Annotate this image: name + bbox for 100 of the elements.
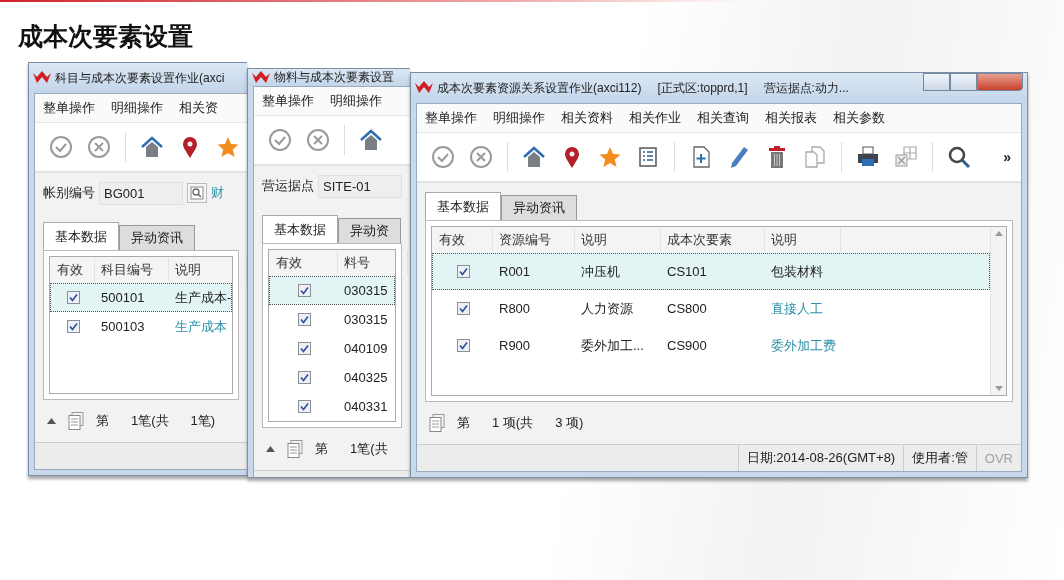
menu-item[interactable]: 整单操作 xyxy=(43,98,95,118)
window-title: 科目与成本次要素设置作业(axci xyxy=(55,69,225,87)
caret-icon[interactable] xyxy=(47,418,56,424)
home-icon[interactable] xyxy=(522,145,546,169)
table-row[interactable]: 500103 生产成本 xyxy=(50,312,232,341)
check-circle-icon[interactable] xyxy=(268,128,292,152)
environment-label: [正式区:topprd,1] xyxy=(657,79,748,97)
site-label: 营运据点:动力... xyxy=(763,79,849,97)
menu-item[interactable]: 整单操作 xyxy=(425,108,477,128)
table-cell-text: 直接人工 xyxy=(770,299,824,318)
scroll-down-icon[interactable] xyxy=(994,386,1003,391)
star-icon[interactable] xyxy=(216,135,240,159)
tab[interactable]: 异动资讯 xyxy=(119,225,195,250)
document-icon[interactable] xyxy=(287,440,303,458)
checkbox[interactable] xyxy=(456,265,470,278)
table-row[interactable]: 030315 xyxy=(269,305,395,334)
maximize-button[interactable] xyxy=(950,73,977,91)
column-header[interactable]: 料号 xyxy=(338,251,408,275)
checkbox[interactable] xyxy=(297,371,311,384)
column-header[interactable]: 科目编号 xyxy=(95,258,169,282)
input-field[interactable]: BG001 xyxy=(99,181,183,205)
checkbox[interactable] xyxy=(456,302,470,315)
tab[interactable]: 基本数据 xyxy=(425,192,501,220)
menu-item[interactable]: 相关资料 xyxy=(561,108,613,128)
table-row[interactable]: 030315 xyxy=(269,276,395,305)
more-button[interactable]: » xyxy=(1003,149,1011,165)
column-header[interactable]: 说明 xyxy=(765,228,841,252)
menu-item[interactable]: 明细操作 xyxy=(330,91,382,111)
pager-text: 第 xyxy=(315,440,328,458)
checkbox[interactable] xyxy=(297,342,311,355)
table-cell-text: 040325 xyxy=(343,370,389,385)
table-row[interactable]: 500101 生产成本- xyxy=(50,283,232,312)
table-cell-text: 人力资源 xyxy=(580,299,634,318)
scrollbar[interactable] xyxy=(990,227,1006,395)
menu-item[interactable]: 相关查询 xyxy=(697,108,749,128)
checkbox[interactable] xyxy=(66,320,80,333)
scroll-up-icon[interactable] xyxy=(994,231,1003,236)
column-header[interactable]: 说明 xyxy=(575,228,661,252)
check-circle-icon[interactable] xyxy=(49,135,73,159)
table-row[interactable]: R001 冲压机 CS101 包装材料 xyxy=(432,253,990,290)
checkbox[interactable] xyxy=(297,400,311,413)
menu-item[interactable]: 相关报表 xyxy=(765,108,817,128)
home-icon[interactable] xyxy=(140,135,164,159)
column-header[interactable]: 资源编号 xyxy=(493,228,575,252)
pager-text: 1 项(共 xyxy=(492,414,534,432)
check-circle-icon[interactable] xyxy=(431,145,455,169)
menu-item[interactable]: 明细操作 xyxy=(111,98,163,118)
field-label: 营运据点 xyxy=(262,177,314,195)
table-cell-text: R001 xyxy=(498,264,532,279)
table-cell-text: 冲压机 xyxy=(580,262,621,281)
checkbox[interactable] xyxy=(66,291,80,304)
table-cell-text: 040109 xyxy=(343,341,389,356)
search-icon[interactable] xyxy=(947,145,971,169)
status-text: 使用者:管 xyxy=(903,445,976,471)
home-icon[interactable] xyxy=(359,128,383,152)
document-icon[interactable] xyxy=(68,412,84,430)
document-icon[interactable] xyxy=(429,414,445,432)
star-icon[interactable] xyxy=(598,145,622,169)
column-header[interactable]: 有效 xyxy=(270,251,338,275)
menu-item[interactable]: 整单操作 xyxy=(262,91,314,111)
column-header[interactable]: 有效 xyxy=(51,258,95,282)
menu-item[interactable]: 相关作业 xyxy=(629,108,681,128)
checkbox[interactable] xyxy=(297,313,311,326)
printer-icon[interactable] xyxy=(856,145,880,169)
cross-circle-icon[interactable] xyxy=(87,135,111,159)
logo-icon xyxy=(33,71,51,85)
table-cell-text: CS900 xyxy=(666,338,708,353)
minimize-button[interactable] xyxy=(923,73,950,91)
table-row[interactable]: 040325 xyxy=(269,363,395,392)
tab[interactable]: 基本数据 xyxy=(262,215,338,243)
checkbox[interactable] xyxy=(456,339,470,352)
tab[interactable]: 异动资 xyxy=(338,218,401,243)
tab[interactable]: 基本数据 xyxy=(43,222,119,250)
table-row[interactable]: R900 委外加工... CS900 委外加工费 xyxy=(432,327,990,364)
menu-item[interactable]: 明细操作 xyxy=(493,108,545,128)
tab[interactable]: 异动资讯 xyxy=(501,195,577,220)
caret-icon[interactable] xyxy=(266,446,275,452)
table-cell-text: 040331 xyxy=(343,399,389,414)
lookup-button[interactable] xyxy=(187,183,207,203)
column-header[interactable]: 成本次要素 xyxy=(661,228,765,252)
pager-text: 第 xyxy=(96,412,109,430)
table-cell-text: R900 xyxy=(498,338,532,353)
link[interactable]: 财 xyxy=(211,184,224,202)
table-cell-text: R800 xyxy=(498,301,532,316)
grid-cross-icon[interactable] xyxy=(894,145,918,169)
table-cell-text: 委外加工... xyxy=(580,336,645,355)
cross-circle-icon[interactable] xyxy=(306,128,330,152)
input-field[interactable]: SITE-01 xyxy=(318,174,402,198)
table-row[interactable]: R800 人力资源 CS800 直接人工 xyxy=(432,290,990,327)
list-icon[interactable] xyxy=(636,145,660,169)
menu-item[interactable]: 相关资 xyxy=(179,98,218,118)
table-cell-text: 委外加工费 xyxy=(770,336,837,355)
menu-item[interactable]: 相关参数 xyxy=(833,108,885,128)
table-row[interactable]: 040331 xyxy=(269,392,395,421)
pager-text: 第 xyxy=(457,414,470,432)
cross-circle-icon[interactable] xyxy=(469,145,493,169)
table-cell-text: 030315 xyxy=(343,283,389,298)
column-header[interactable]: 有效 xyxy=(433,228,493,252)
checkbox[interactable] xyxy=(297,284,311,297)
table-row[interactable]: 040109 xyxy=(269,334,395,363)
